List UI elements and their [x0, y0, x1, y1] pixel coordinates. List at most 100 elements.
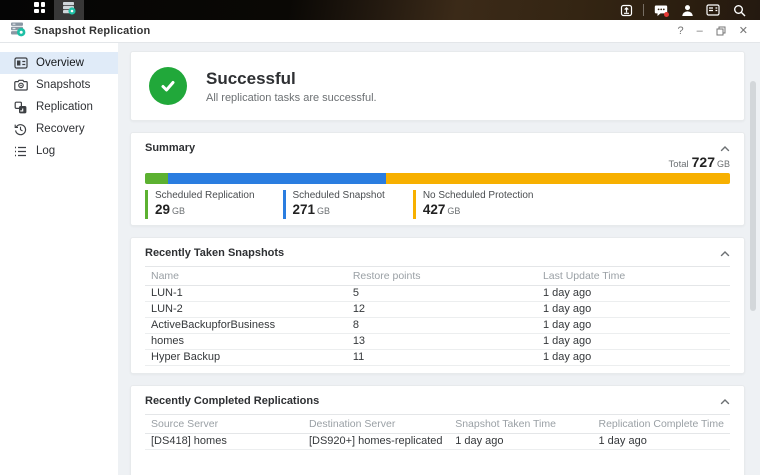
table-cell: ActiveBackupforBusiness: [145, 318, 347, 334]
search-icon[interactable]: [726, 0, 752, 20]
sidebar-item-overview[interactable]: Overview: [0, 52, 118, 74]
table-row[interactable]: Hyper Backup111 day ago: [145, 350, 730, 366]
sidebar-item-label: Snapshots: [36, 79, 90, 91]
recent-replications-title: Recently Completed Replications: [145, 395, 319, 407]
bar-segment-no-scheduled-protection: [386, 173, 730, 184]
legend-value: 29GB: [155, 202, 255, 219]
table-cell: 11: [347, 350, 537, 366]
taskbar-left: [0, 0, 84, 20]
total-line: Total727GB: [131, 154, 744, 172]
table-row[interactable]: LUN-2121 day ago: [145, 302, 730, 318]
titlebar-left: Snapshot Replication: [10, 21, 150, 42]
table-cell: 1 day ago: [537, 334, 730, 350]
column-header[interactable]: Last Update Time: [537, 267, 730, 286]
window-title: Snapshot Replication: [34, 25, 150, 37]
table-cell: homes: [145, 334, 347, 350]
snapshots-table: NameRestore pointsLast Update TimeLUN-15…: [145, 266, 730, 366]
table-row[interactable]: ActiveBackupforBusiness81 day ago: [145, 318, 730, 334]
window-controls: ? – ✕: [678, 26, 748, 37]
table-cell: 13: [347, 334, 537, 350]
sidebar-item-snapshots[interactable]: Snapshots: [0, 74, 118, 96]
notifications-icon[interactable]: [648, 0, 674, 20]
success-check-icon: [149, 67, 187, 105]
summary-legend: Scheduled Replication 29GB Scheduled Sna…: [145, 190, 730, 219]
bar-segment-scheduled-replication: [145, 173, 168, 184]
column-header[interactable]: Destination Server: [303, 415, 449, 434]
grid-icon: [33, 1, 46, 19]
table-row[interactable]: [DS418] homes[DS920+] homes-replicated1 …: [145, 434, 730, 450]
replications-table: Source ServerDestination ServerSnapshot …: [145, 414, 730, 450]
recent-replications-header: Recently Completed Replications: [131, 386, 744, 407]
bar-segment-scheduled-snapshot: [168, 173, 386, 184]
minimize-button[interactable]: –: [697, 26, 703, 37]
sidebar-item-label: Recovery: [36, 123, 85, 135]
sidebar-item-replication[interactable]: Replication: [0, 96, 118, 118]
table-cell: 1 day ago: [593, 434, 731, 450]
summary-header: Summary: [131, 133, 744, 154]
table-row[interactable]: homes131 day ago: [145, 334, 730, 350]
status-card: Successful All replication tasks are suc…: [130, 51, 745, 121]
collapse-chevron-icon[interactable]: [720, 145, 730, 152]
legend-label: Scheduled Replication: [155, 190, 255, 202]
total-label: Total: [669, 159, 689, 170]
recent-snapshots-title: Recently Taken Snapshots: [145, 247, 284, 259]
total-unit: GB: [717, 159, 730, 169]
table-cell: 1 day ago: [537, 302, 730, 318]
sidebar-item-log[interactable]: Log: [0, 140, 118, 162]
table-cell: [DS920+] homes-replicated: [303, 434, 449, 450]
table-cell: 12: [347, 302, 537, 318]
legend-label: No Scheduled Protection: [423, 190, 534, 202]
recent-snapshots-card: Recently Taken Snapshots NameRestore poi…: [130, 237, 745, 374]
package-icon[interactable]: [613, 0, 639, 20]
taskbar: [0, 0, 760, 20]
main-content: Successful All replication tasks are suc…: [118, 43, 760, 475]
summary-title: Summary: [145, 142, 195, 154]
recovery-history-icon: [13, 122, 28, 137]
table-cell: 1 day ago: [537, 350, 730, 366]
help-button[interactable]: ?: [678, 26, 684, 37]
sidebar-item-label: Log: [36, 145, 55, 157]
camera-icon: [13, 78, 28, 93]
sidebar-item-label: Replication: [36, 101, 93, 113]
legend-value: 271GB: [293, 202, 385, 219]
widgets-icon[interactable]: [700, 0, 726, 20]
replication-icon: [13, 100, 28, 115]
snapshot-replication-app-icon: [10, 21, 26, 42]
table-cell: Hyper Backup: [145, 350, 347, 366]
recent-replications-card: Recently Completed Replications Source S…: [130, 385, 745, 475]
window-titlebar: Snapshot Replication ? – ✕: [0, 20, 760, 43]
table-cell: LUN-2: [145, 302, 347, 318]
legend-item-scheduled-snapshot: Scheduled Snapshot 271GB: [283, 190, 385, 219]
legend-label: Scheduled Snapshot: [293, 190, 385, 202]
table-cell: 1 day ago: [449, 434, 592, 450]
column-header[interactable]: Replication Complete Time: [593, 415, 731, 434]
table-cell: 1 day ago: [537, 286, 730, 302]
status-title: Successful: [206, 69, 377, 89]
table-cell: 1 day ago: [537, 318, 730, 334]
main-menu-button[interactable]: [24, 0, 54, 20]
taskbar-divider: [643, 4, 644, 16]
sidebar-item-label: Overview: [36, 57, 84, 69]
sidebar-item-recovery[interactable]: Recovery: [0, 118, 118, 140]
column-header[interactable]: Snapshot Taken Time: [449, 415, 592, 434]
table-row[interactable]: LUN-151 day ago: [145, 286, 730, 302]
column-header[interactable]: Source Server: [145, 415, 303, 434]
collapse-chevron-icon[interactable]: [720, 250, 730, 257]
scrollbar-thumb[interactable]: [750, 81, 756, 311]
screen: Snapshot Replication ? – ✕ Overview: [0, 0, 760, 475]
snapshot-replication-icon: [62, 1, 76, 20]
column-header[interactable]: Name: [145, 267, 347, 286]
recent-snapshots-header: Recently Taken Snapshots: [131, 238, 744, 259]
overview-icon: [13, 56, 28, 71]
sidebar: Overview Snapshots Replication Recovery: [0, 43, 118, 475]
notification-badge: [664, 12, 669, 17]
maximize-button[interactable]: [716, 26, 726, 36]
close-button[interactable]: ✕: [739, 26, 748, 37]
log-list-icon: [13, 144, 28, 159]
user-icon[interactable]: [674, 0, 700, 20]
table-cell: 5: [347, 286, 537, 302]
taskbar-snapshot-replication-button[interactable]: [54, 0, 84, 20]
column-header[interactable]: Restore points: [347, 267, 537, 286]
total-value: 727: [692, 154, 715, 170]
collapse-chevron-icon[interactable]: [720, 398, 730, 405]
